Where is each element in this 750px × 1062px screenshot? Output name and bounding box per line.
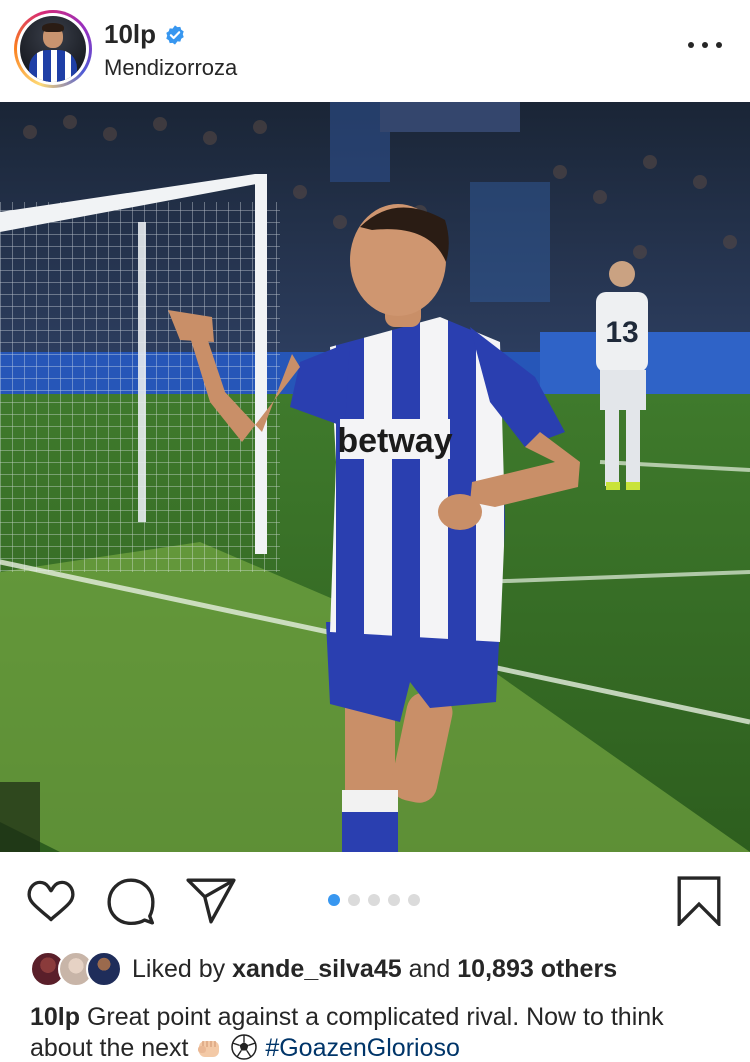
comment-icon[interactable] bbox=[106, 876, 156, 926]
story-ring[interactable] bbox=[14, 10, 92, 88]
post-header: 10lp Mendizorroza bbox=[0, 0, 750, 102]
share-icon[interactable] bbox=[186, 876, 236, 926]
avatar[interactable] bbox=[20, 16, 86, 82]
location-link[interactable]: Mendizorroza bbox=[104, 55, 237, 81]
likes-joiner: and bbox=[408, 954, 451, 983]
carousel-indicator bbox=[328, 894, 420, 906]
bookmark-icon[interactable] bbox=[674, 876, 724, 926]
carousel-dot bbox=[388, 894, 400, 906]
liker-avatars[interactable] bbox=[30, 951, 122, 987]
sponsor-text: betway bbox=[337, 422, 452, 460]
photo-canvas: 13 betway bbox=[0, 102, 750, 852]
carousel-dot bbox=[348, 894, 360, 906]
likes-row: Liked by xande_silva45 and 10,893 others bbox=[30, 950, 617, 988]
carousel-dot bbox=[328, 894, 340, 906]
hashtag-link[interactable]: #GoazenGlorioso bbox=[265, 1034, 460, 1062]
goalkeeper-number: 13 bbox=[605, 316, 638, 349]
likes-summary: Liked by xande_silva45 and 10,893 others bbox=[132, 955, 617, 984]
others-count-link[interactable]: 10,893 others bbox=[457, 955, 617, 983]
verified-badge-icon bbox=[166, 24, 184, 45]
caption-username[interactable]: 10lp bbox=[30, 1003, 80, 1031]
fist-emoji-icon bbox=[198, 1041, 220, 1057]
carousel-dot bbox=[408, 894, 420, 906]
caption: 10lp Great point against a complicated r… bbox=[30, 1002, 730, 1062]
carousel-dot bbox=[368, 894, 380, 906]
soccer-ball-emoji-icon bbox=[231, 1034, 258, 1060]
avatar bbox=[86, 951, 122, 987]
post-photo[interactable]: 13 betway bbox=[0, 102, 750, 852]
more-options-icon[interactable] bbox=[688, 40, 722, 50]
likes-prefix: Liked by bbox=[132, 954, 226, 983]
heart-icon[interactable] bbox=[26, 876, 76, 926]
first-liker-link[interactable]: xande_silva45 bbox=[232, 955, 402, 983]
username[interactable]: 10lp bbox=[104, 19, 156, 50]
